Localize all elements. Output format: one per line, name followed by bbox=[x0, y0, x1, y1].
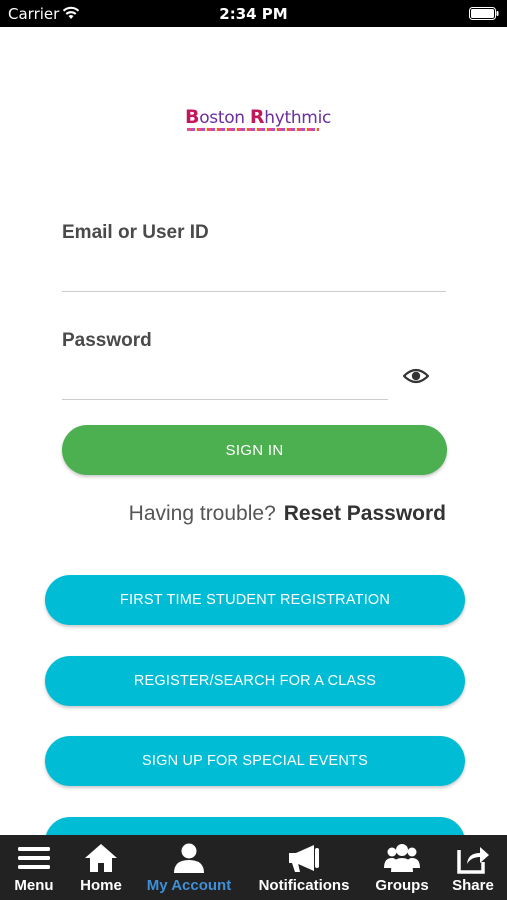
account-icon bbox=[174, 843, 204, 873]
first-time-registration-button[interactable]: FIRST TIME STUDENT REGISTRATION bbox=[45, 575, 465, 625]
menu-icon bbox=[18, 847, 50, 869]
tab-home[interactable]: Home bbox=[68, 835, 134, 900]
tab-my-account-label: My Account bbox=[146, 877, 232, 894]
megaphone-icon bbox=[289, 845, 319, 872]
tab-menu-label: Menu bbox=[14, 877, 54, 894]
logo-wordmark: Boston Rhythmic bbox=[185, 106, 332, 128]
tab-notifications-label: Notifications bbox=[258, 877, 350, 894]
having-trouble-text: Having trouble? bbox=[128, 502, 276, 525]
bottom-tab-bar: Menu Home My Account Notifications Group… bbox=[0, 835, 507, 900]
clock-time: 2:34 PM bbox=[219, 5, 288, 23]
password-input[interactable] bbox=[62, 366, 387, 396]
special-events-button[interactable]: SIGN UP FOR SPECIAL EVENTS bbox=[45, 736, 465, 786]
show-password-eye-icon[interactable] bbox=[403, 366, 429, 386]
tab-groups-label: Groups bbox=[375, 877, 429, 894]
reset-password-link[interactable]: Reset Password bbox=[284, 502, 446, 525]
logo-stripe bbox=[187, 128, 319, 131]
boston-rhythmic-logo: Boston Rhythmic bbox=[185, 102, 331, 134]
register-search-class-button[interactable]: REGISTER/SEARCH FOR A CLASS bbox=[45, 656, 465, 706]
tab-groups[interactable]: Groups bbox=[364, 835, 440, 900]
email-underline bbox=[62, 291, 446, 292]
email-label: Email or User ID bbox=[62, 222, 209, 243]
status-bar: Carrier 2:34 PM bbox=[0, 0, 507, 27]
share-icon bbox=[457, 847, 489, 874]
email-input[interactable] bbox=[62, 258, 446, 288]
tab-home-label: Home bbox=[80, 877, 122, 894]
reset-password-row: Having trouble? Reset Password bbox=[0, 502, 446, 526]
sign-in-button[interactable]: SIGN IN bbox=[62, 425, 447, 475]
tab-share-label: Share bbox=[452, 877, 494, 894]
password-underline bbox=[62, 399, 388, 400]
tab-menu[interactable]: Menu bbox=[0, 835, 68, 900]
tab-my-account[interactable]: My Account bbox=[134, 835, 244, 900]
battery-icon bbox=[469, 7, 499, 20]
tab-notifications[interactable]: Notifications bbox=[248, 835, 360, 900]
tab-share[interactable]: Share bbox=[442, 835, 504, 900]
groups-icon bbox=[384, 844, 420, 872]
home-icon bbox=[85, 844, 117, 872]
password-label: Password bbox=[62, 330, 152, 351]
